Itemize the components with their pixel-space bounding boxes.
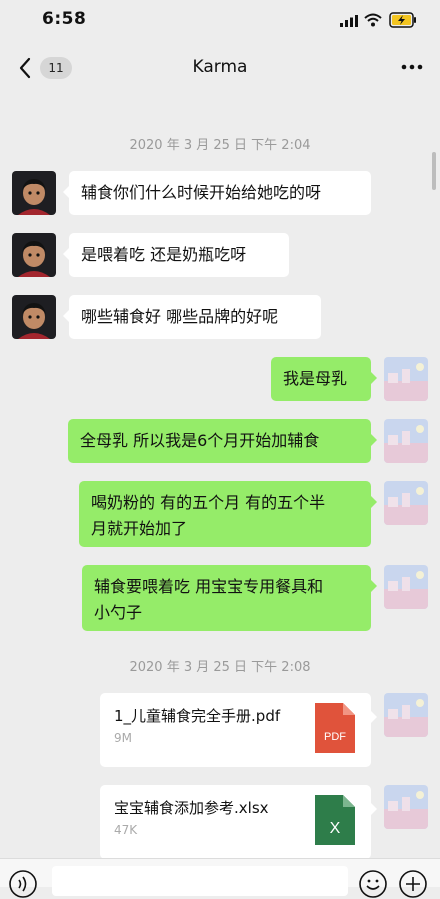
message-text: 我是母乳 — [283, 369, 348, 388]
message-timestamp: 2020 年 3 月 25 日 下午 2:04 — [129, 138, 311, 153]
file-message[interactable]: 1_儿童辅食完全手册.pdf 9M PDF — [100, 693, 377, 767]
incoming-message[interactable]: 是喂着吃 还是奶瓶吃呀 — [63, 233, 289, 277]
avatar-image — [12, 233, 56, 277]
file-size: 9M — [114, 731, 132, 745]
contact-avatar[interactable] — [12, 171, 56, 215]
my-avatar[interactable] — [384, 481, 428, 525]
message-timestamp: 2020 年 3 月 25 日 下午 2:08 — [129, 660, 311, 675]
contact-avatar[interactable] — [12, 233, 56, 277]
plus-icon[interactable] — [398, 869, 428, 899]
avatar-image — [384, 693, 428, 737]
battery-charging-icon — [389, 12, 416, 28]
outgoing-message[interactable]: 我是母乳 — [271, 357, 377, 401]
file-name: 宝宝辅食添加参考.xlsx — [114, 799, 269, 817]
message-text-line: 小勺子 — [94, 603, 143, 622]
voice-icon[interactable] — [8, 869, 38, 899]
message-text: 全母乳 所以我是6个月开始加辅食 — [80, 431, 320, 450]
input-bar — [0, 858, 440, 898]
chat-header: 11 Karma — [0, 42, 440, 94]
my-avatar[interactable] — [384, 693, 428, 737]
message-text: 哪些辅食好 哪些品牌的好呢 — [81, 307, 279, 326]
wifi-icon — [364, 13, 382, 27]
more-icon[interactable] — [398, 54, 426, 80]
avatar-image — [384, 785, 428, 829]
signal-icon — [340, 15, 358, 27]
pdf-file-icon: PDF — [315, 703, 355, 753]
avatar-image — [384, 419, 428, 463]
message-text-line: 月就开始加了 — [91, 519, 188, 538]
avatar-image — [384, 481, 428, 525]
status-bar: 6:58 — [0, 0, 440, 42]
my-avatar[interactable] — [384, 785, 428, 829]
my-avatar[interactable] — [384, 565, 428, 609]
file-message[interactable]: 宝宝辅食添加参考.xlsx 47K X — [100, 785, 377, 859]
message-text-line: 辅食要喂着吃 用宝宝专用餐具和 — [94, 577, 324, 596]
avatar-image — [384, 357, 428, 401]
avatar-image — [12, 295, 56, 339]
emoji-icon[interactable] — [358, 869, 388, 899]
outgoing-message[interactable]: 辅食要喂着吃 用宝宝专用餐具和 小勺子 — [82, 565, 377, 631]
excel-file-icon: X — [315, 795, 355, 845]
scrollbar[interactable] — [432, 152, 436, 190]
outgoing-message[interactable]: 喝奶粉的 有的五个月 有的五个半 月就开始加了 — [79, 481, 377, 547]
avatar-image — [12, 171, 56, 215]
file-type-label: PDF — [324, 731, 346, 743]
incoming-message[interactable]: 辅食你们什么时候开始给她吃的呀 — [63, 171, 371, 215]
my-avatar[interactable] — [384, 419, 428, 463]
file-type-label: X — [330, 820, 341, 837]
chat-title: Karma — [192, 57, 248, 77]
message-text: 辅食你们什么时候开始给她吃的呀 — [81, 183, 322, 202]
message-input[interactable] — [52, 866, 348, 896]
file-name: 1_儿童辅食完全手册.pdf — [114, 707, 281, 725]
avatar-image — [384, 565, 428, 609]
message-text: 是喂着吃 还是奶瓶吃呀 — [81, 245, 247, 264]
my-avatar[interactable] — [384, 357, 428, 401]
file-size: 47K — [114, 823, 138, 837]
status-time: 6:58 — [42, 9, 87, 29]
contact-avatar[interactable] — [12, 295, 56, 339]
message-text-line: 喝奶粉的 有的五个月 有的五个半 — [91, 493, 326, 512]
incoming-message[interactable]: 哪些辅食好 哪些品牌的好呢 — [63, 295, 321, 339]
outgoing-message[interactable]: 全母乳 所以我是6个月开始加辅食 — [68, 419, 377, 463]
